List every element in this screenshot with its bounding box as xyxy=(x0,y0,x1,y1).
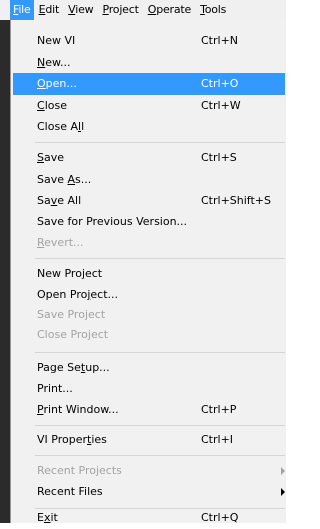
menu-item-vi-properties[interactable]: VI Properties Ctrl+I xyxy=(13,429,285,451)
menu-item-close-all[interactable]: Close All xyxy=(13,116,285,138)
menu-separator xyxy=(35,425,285,426)
menu-separator xyxy=(35,455,285,456)
shortcut-label: Ctrl+W xyxy=(201,99,241,112)
menu-item-open[interactable]: Open... Ctrl+O xyxy=(13,73,285,95)
menu-item-open-project[interactable]: Open Project... xyxy=(13,284,285,306)
file-menu-dropdown: New VI Ctrl+N New... Open... Ctrl+O Clos… xyxy=(10,20,286,524)
shortcut-label: Ctrl+P xyxy=(201,403,237,416)
menu-item-print-window[interactable]: Print Window... Ctrl+P xyxy=(13,399,285,421)
menu-item-new[interactable]: New... xyxy=(13,52,285,74)
shortcut-label: Ctrl+I xyxy=(201,433,234,446)
shortcut-label: Ctrl+S xyxy=(201,151,237,164)
shortcut-label: Ctrl+O xyxy=(201,77,239,90)
shortcut-label: Ctrl+Shift+S xyxy=(201,194,271,207)
menu-view[interactable]: View xyxy=(64,0,97,20)
shortcut-label: Ctrl+Q xyxy=(201,511,239,524)
menu-item-print[interactable]: Print... xyxy=(13,378,285,400)
menu-item-save-for-previous-version[interactable]: Save for Previous Version... xyxy=(13,211,285,233)
menu-separator xyxy=(35,142,285,143)
menu-project[interactable]: Project xyxy=(98,0,142,20)
menu-item-save[interactable]: Save Ctrl+S xyxy=(13,147,285,169)
menu-item-exit[interactable]: Exit Ctrl+Q xyxy=(13,507,285,524)
menu-bar: File Edit View Project Operate Tools xyxy=(0,0,286,20)
menu-separator xyxy=(35,258,285,259)
menu-item-recent-projects: Recent Projects xyxy=(13,460,285,482)
menu-separator xyxy=(35,352,285,353)
window-background xyxy=(0,20,10,523)
submenu-arrow-icon xyxy=(281,467,285,475)
menu-file[interactable]: File xyxy=(10,0,34,20)
menu-item-new-vi[interactable]: New VI Ctrl+N xyxy=(13,30,285,52)
menu-item-close-project: Close Project xyxy=(37,328,109,341)
menu-item-save-as[interactable]: Save As... xyxy=(13,169,285,191)
menu-item-save-project: Save Project xyxy=(37,308,106,321)
menu-edit[interactable]: Edit xyxy=(35,0,64,20)
menu-item-page-setup[interactable]: Page Setup... xyxy=(13,357,285,379)
menu-item-revert: Revert... xyxy=(37,236,84,249)
menu-item-recent-files[interactable]: Recent Files xyxy=(13,481,285,503)
menu-item-close[interactable]: Close Ctrl+W xyxy=(13,95,285,117)
shortcut-label: Ctrl+N xyxy=(201,34,239,47)
menu-tools[interactable]: Tools xyxy=(196,0,230,20)
submenu-arrow-icon xyxy=(281,488,285,496)
menu-item-new-project[interactable]: New Project xyxy=(13,263,285,285)
menu-operate[interactable]: Operate xyxy=(144,0,195,20)
menu-item-save-all[interactable]: Save All Ctrl+Shift+S xyxy=(13,190,285,212)
